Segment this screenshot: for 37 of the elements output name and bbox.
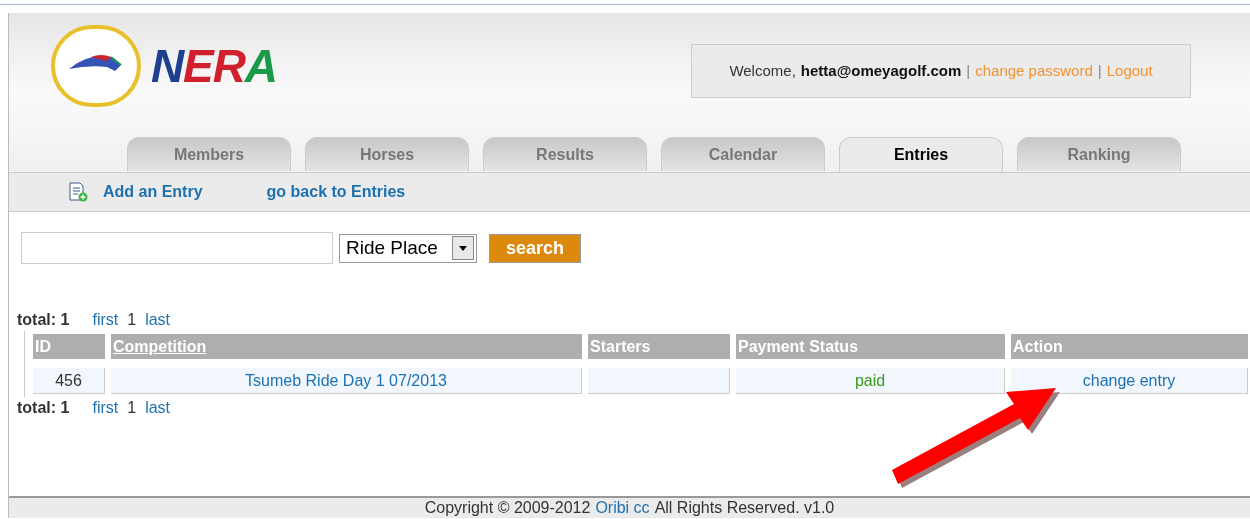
rights-text: All Rights Reserved. v1.0 xyxy=(654,499,835,517)
pagination-link[interactable]: first xyxy=(92,308,119,332)
ride-place-select[interactable]: Ride Place xyxy=(339,233,477,263)
company-link[interactable]: Oribi cc xyxy=(595,499,650,517)
total-label: total: 1 xyxy=(17,310,70,330)
search-field[interactable] xyxy=(21,232,333,264)
separator: | xyxy=(1097,60,1102,81)
payment-status-cell: paid xyxy=(736,368,1005,394)
table-cell: 456 xyxy=(33,368,105,394)
total-label: total: 1 xyxy=(17,398,70,418)
user-email: hetta@omeyagolf.com xyxy=(800,60,962,81)
welcome-text: Welcome, xyxy=(729,60,796,81)
pagination-link[interactable]: first xyxy=(92,396,119,420)
nav-tab[interactable]: Results xyxy=(483,137,647,171)
nav-tab[interactable]: Entries xyxy=(839,137,1003,172)
column-header: Payment Status xyxy=(736,334,1005,359)
pagination-link[interactable]: last xyxy=(145,308,171,332)
change-entry-link[interactable]: change entry xyxy=(1011,368,1248,394)
column-header: Starters xyxy=(588,334,730,359)
competition-link[interactable]: Tsumeb Ride Day 1 07/2013 xyxy=(111,368,582,394)
nav-tab[interactable]: Horses xyxy=(305,137,469,171)
nav-tab[interactable]: Calendar xyxy=(661,137,825,171)
pagination-link[interactable]: 1 xyxy=(127,308,137,332)
add-document-icon xyxy=(67,181,89,203)
subnav-link[interactable]: Add an Entry xyxy=(67,180,203,204)
logo-wordmark: NERA xyxy=(151,43,277,89)
pagination-link[interactable]: 1 xyxy=(127,396,137,420)
subnav-link[interactable]: go back to Entries xyxy=(266,180,406,204)
nav-tab[interactable]: Ranking xyxy=(1017,137,1181,171)
pagination-link[interactable]: last xyxy=(145,396,171,420)
search-button[interactable]: search xyxy=(489,233,581,263)
copyright-text: Copyright © 2009-2012 xyxy=(424,499,591,517)
column-header: ID xyxy=(33,334,105,359)
separator: | xyxy=(966,60,971,81)
nav-tab[interactable]: Members xyxy=(127,137,291,171)
dropdown-caret-icon xyxy=(452,236,474,260)
column-header: Action xyxy=(1011,334,1248,359)
